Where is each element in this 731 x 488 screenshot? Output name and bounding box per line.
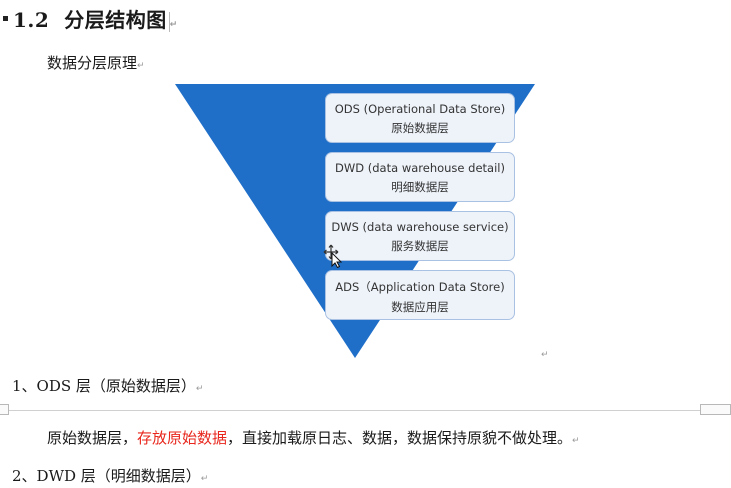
layer-name-cn: 明细数据层 xyxy=(391,180,449,194)
ruler-right-marker[interactable] xyxy=(700,404,731,415)
subheading-text: 数据分层原理 xyxy=(47,54,138,72)
paragraph-mark: ↵ xyxy=(572,436,580,446)
layer-name-en: DWD (data warehouse detail) xyxy=(335,161,505,175)
paragraph-text-after: ，直接加载原日志、数据，数据保持原貌不做处理。 xyxy=(227,429,573,447)
heading-title: 分层结构图 xyxy=(64,8,167,32)
paragraph-mark: ↵ xyxy=(541,350,549,360)
paragraph-mark: ↵ xyxy=(169,20,178,30)
move-cursor-icon xyxy=(323,244,343,268)
layer-name-en: ADS（Application Data Store) xyxy=(335,280,505,294)
layer-name-cn: 原始数据层 xyxy=(391,121,449,135)
section-title-text: 2、DWD 层（明细数据层） xyxy=(12,467,201,485)
section-title-dwd: 2、DWD 层（明细数据层）↵ xyxy=(12,465,208,486)
ods-description-paragraph: 原始数据层，存放原始数据，直接加载原日志、数据，数据保持原貌不做处理。↵ xyxy=(47,427,580,448)
section-title-ods: 1、ODS 层（原始数据层）↵ xyxy=(12,375,203,396)
paragraph-mark: ↵ xyxy=(200,474,209,484)
layer-name-cn: 服务数据层 xyxy=(391,239,449,253)
heading-number: 1.2 xyxy=(13,8,50,32)
layer-name-en: ODS (Operational Data Store) xyxy=(334,102,506,116)
page-break-line xyxy=(0,410,731,411)
heading-bullet xyxy=(3,16,8,21)
section-heading: 1.2 分层结构图 ↵ xyxy=(3,4,178,33)
paragraph-text-before: 原始数据层， xyxy=(47,429,138,447)
highlighted-text: 存放原始数据 xyxy=(137,429,228,447)
subheading: 数据分层原理↵ xyxy=(47,52,145,73)
layer-box-dwd[interactable]: DWD (data warehouse detail) 明细数据层 xyxy=(325,152,515,202)
ruler-left-marker[interactable] xyxy=(0,404,9,415)
paragraph-mark: ↵ xyxy=(195,384,204,394)
layer-name-cn: 数据应用层 xyxy=(391,300,449,314)
layer-name-en: DWS (data warehouse service) xyxy=(331,220,509,234)
layer-box-ads[interactable]: ADS（Application Data Store) 数据应用层 xyxy=(325,270,515,320)
layer-box-dws[interactable]: DWS (data warehouse service) 服务数据层 xyxy=(325,211,515,261)
section-title-text: 1、ODS 层（原始数据层） xyxy=(12,377,196,395)
paragraph-mark: ↵ xyxy=(137,61,145,71)
layer-box-ods[interactable]: ODS (Operational Data Store) 原始数据层 xyxy=(325,93,515,143)
